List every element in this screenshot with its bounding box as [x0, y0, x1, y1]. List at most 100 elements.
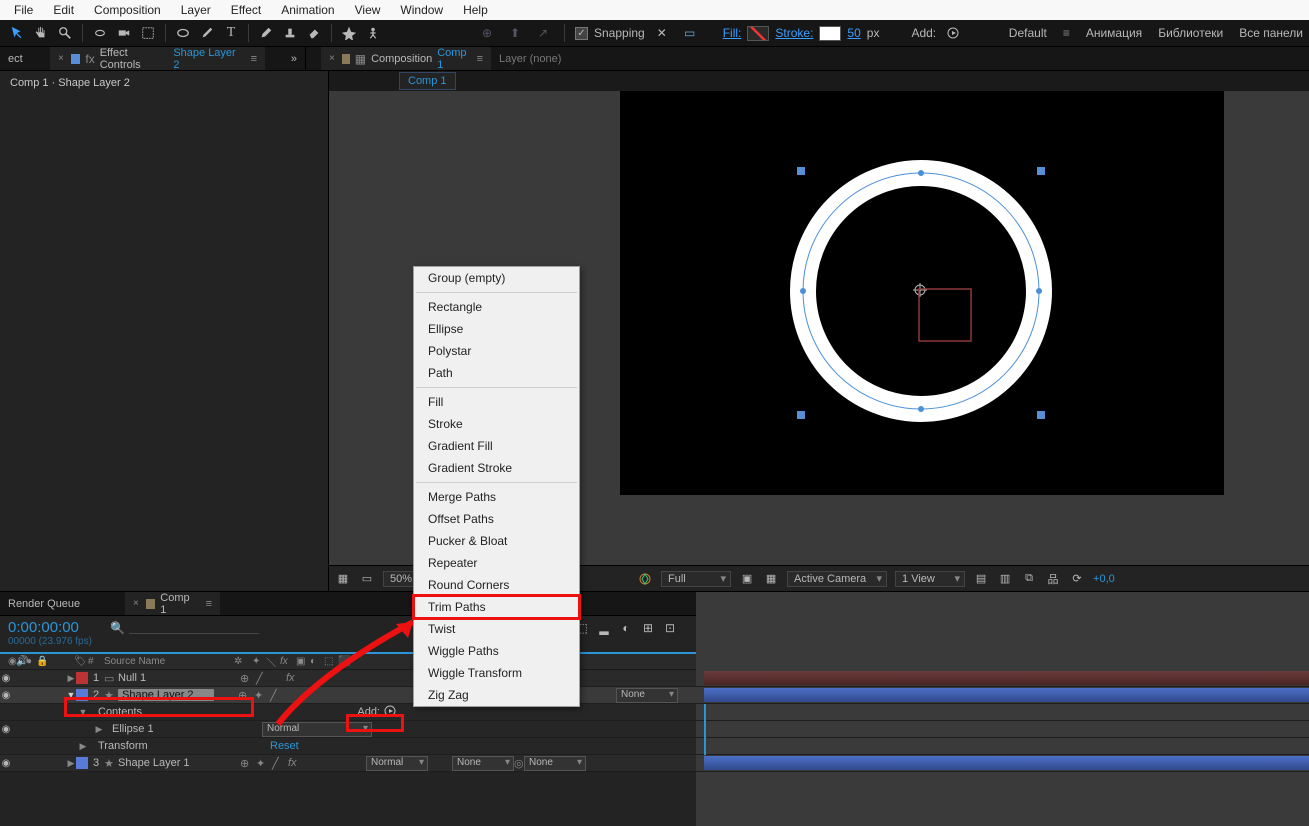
panel-menu-icon[interactable]: ≡ [251, 53, 257, 65]
menu-composition[interactable]: Composition [84, 1, 171, 19]
layer-ellipse-row[interactable]: ◉ ▶ Ellipse 1 Normal [0, 721, 1309, 738]
fill-label[interactable]: Fill: [723, 26, 742, 40]
clone-stamp-tool-icon[interactable] [279, 22, 301, 44]
reset-link[interactable]: Reset [270, 740, 299, 752]
chevron-right-icon[interactable]: ▶ [94, 724, 104, 735]
zoom-tool-icon[interactable] [54, 22, 76, 44]
menu-item-path[interactable]: Path [414, 362, 579, 384]
layer-transform-row[interactable]: ▶ Transform Reset [0, 738, 1309, 755]
menu-window[interactable]: Window [390, 1, 453, 19]
menu-animation[interactable]: Animation [271, 1, 344, 19]
menu-item-twist[interactable]: Twist [414, 618, 579, 640]
ellipse-shape-tool-icon[interactable] [172, 22, 194, 44]
menu-item-fill[interactable]: Fill [414, 391, 579, 413]
camera-select[interactable]: Active Camera [787, 571, 887, 587]
snap-bounds-icon[interactable]: ▭ [679, 22, 701, 44]
menu-item-merge-paths[interactable]: Merge Paths [414, 486, 579, 508]
roi-icon[interactable]: ▣ [739, 571, 755, 587]
parent-select[interactable]: None [616, 688, 678, 703]
chevron-down-icon[interactable]: ▼ [66, 690, 76, 700]
brush-tool-icon[interactable] [255, 22, 277, 44]
blend-mode-select[interactable]: Normal [366, 756, 428, 771]
chevron-right-icon[interactable]: ▶ [78, 741, 88, 752]
add-menu-icon[interactable] [942, 22, 964, 44]
transparency-grid-icon[interactable]: ▦ [763, 571, 779, 587]
workspace-default[interactable]: Default [1009, 26, 1047, 40]
workspace-all-panels[interactable]: Все панели [1239, 26, 1303, 40]
layer-color[interactable] [76, 689, 88, 701]
panel-tab-composition[interactable]: × ▦ Composition Comp 1 ≡ [321, 47, 491, 70]
axis-y-icon[interactable]: ↗ [532, 22, 554, 44]
grid-icon[interactable]: ▦ [335, 571, 351, 587]
selection-tool-icon[interactable] [6, 22, 28, 44]
eraser-tool-icon[interactable] [303, 22, 325, 44]
exposure-value[interactable]: +0,0 [1093, 573, 1115, 585]
stroke-label[interactable]: Stroke: [775, 26, 813, 40]
layer-contents-row[interactable]: ▼ Contents Add: [0, 704, 1309, 721]
menu-edit[interactable]: Edit [43, 1, 84, 19]
3d-icon[interactable]: 品 [1045, 571, 1061, 587]
layer-row-shape2[interactable]: ◉ ▼ 2 ★ Shape Layer 2 ⊕ ✦ ╱ None [0, 687, 1309, 704]
fill-swatch[interactable] [747, 26, 769, 41]
ellipse-label[interactable]: Ellipse 1 [112, 723, 262, 735]
camera-tool-icon[interactable] [113, 22, 135, 44]
stroke-width-value[interactable]: 50 [847, 26, 860, 40]
layer-row-null1[interactable]: ◉ ▶ 1 ▭ Null 1 ⊕ ╱ fx [0, 670, 1309, 687]
visibility-icon[interactable]: ◉ [0, 724, 12, 735]
menu-item-wiggle-paths[interactable]: Wiggle Paths [414, 640, 579, 662]
search-icon[interactable]: 🔍 [110, 621, 125, 635]
menu-item-repeater[interactable]: Repeater [414, 552, 579, 574]
blend-mode-select[interactable]: Normal [262, 722, 372, 737]
menu-item-zig-zag[interactable]: Zig Zag [414, 684, 579, 706]
menu-item-gradient-stroke[interactable]: Gradient Stroke [414, 457, 579, 479]
close-icon[interactable]: × [133, 598, 139, 609]
hand-tool-icon[interactable] [30, 22, 52, 44]
panel-tab-project[interactable]: ect [0, 47, 50, 70]
visibility-icon[interactable]: ◉ [0, 690, 12, 701]
axis-icon[interactable]: ⊕ [476, 22, 498, 44]
menu-layer[interactable]: Layer [171, 1, 221, 19]
menu-item-polystar[interactable]: Polystar [414, 340, 579, 362]
layer-color[interactable] [76, 672, 88, 684]
add-menu-button[interactable] [384, 705, 396, 720]
menu-effect[interactable]: Effect [221, 1, 271, 19]
menu-item-trim-paths[interactable]: Trim Paths [414, 596, 579, 618]
menu-item-wiggle-transform[interactable]: Wiggle Transform [414, 662, 579, 684]
col-source[interactable]: Source Name [104, 656, 234, 667]
snap-icon[interactable]: ⊡ [662, 620, 678, 636]
parent-select[interactable]: None [524, 756, 586, 771]
mask-icon[interactable]: ▥ [997, 571, 1013, 587]
layer-row-shape1[interactable]: ◉ ▶ 3 ★ Shape Layer 1 ⊕ ✦ ╱ fx Normal No… [0, 755, 1309, 772]
pen-tool-icon[interactable] [196, 22, 218, 44]
snap-options-icon[interactable]: ✕ [651, 22, 673, 44]
panel-menu-icon[interactable]: ≡ [477, 53, 483, 65]
menu-item-gradient-fill[interactable]: Gradient Fill [414, 435, 579, 457]
resolution-select[interactable]: Full [661, 571, 731, 587]
tab-timeline-comp[interactable]: × Comp 1 ≡ [125, 592, 220, 615]
workspace-libraries[interactable]: Библиотеки [1158, 26, 1223, 40]
panel-menu-icon[interactable]: ≡ [206, 598, 212, 610]
menu-file[interactable]: File [4, 1, 43, 19]
graph-editor-icon[interactable]: ⊞ [640, 620, 656, 636]
menu-help[interactable]: Help [453, 1, 498, 19]
time-icon[interactable]: ⧉ [1021, 571, 1037, 587]
menu-item-offset-paths[interactable]: Offset Paths [414, 508, 579, 530]
chevron-right-icon[interactable]: ▶ [66, 673, 76, 684]
tab-render-queue[interactable]: Render Queue [0, 592, 125, 615]
workspace-animation[interactable]: Анимация [1086, 26, 1142, 40]
visibility-icon[interactable]: ◉ [0, 673, 12, 684]
chevron-down-icon[interactable]: ▼ [78, 707, 88, 717]
menu-item-ellipse[interactable]: Ellipse [414, 318, 579, 340]
type-tool-icon[interactable]: T [220, 22, 242, 44]
pan-behind-tool-icon[interactable] [137, 22, 159, 44]
composition-stage[interactable] [620, 91, 1224, 495]
guides-icon[interactable]: ▤ [973, 571, 989, 587]
track-matte-select[interactable]: None [452, 756, 514, 771]
puppet-tool-icon[interactable] [362, 22, 384, 44]
layer-name[interactable]: Shape Layer 1 [118, 757, 240, 769]
axis-z-icon[interactable]: ⬆ [504, 22, 526, 44]
refresh-icon[interactable]: ⟳ [1069, 571, 1085, 587]
layer-name[interactable]: Null 1 [118, 672, 240, 684]
orbit-tool-icon[interactable] [89, 22, 111, 44]
workspace-menu-icon[interactable]: ≡ [1063, 26, 1070, 40]
